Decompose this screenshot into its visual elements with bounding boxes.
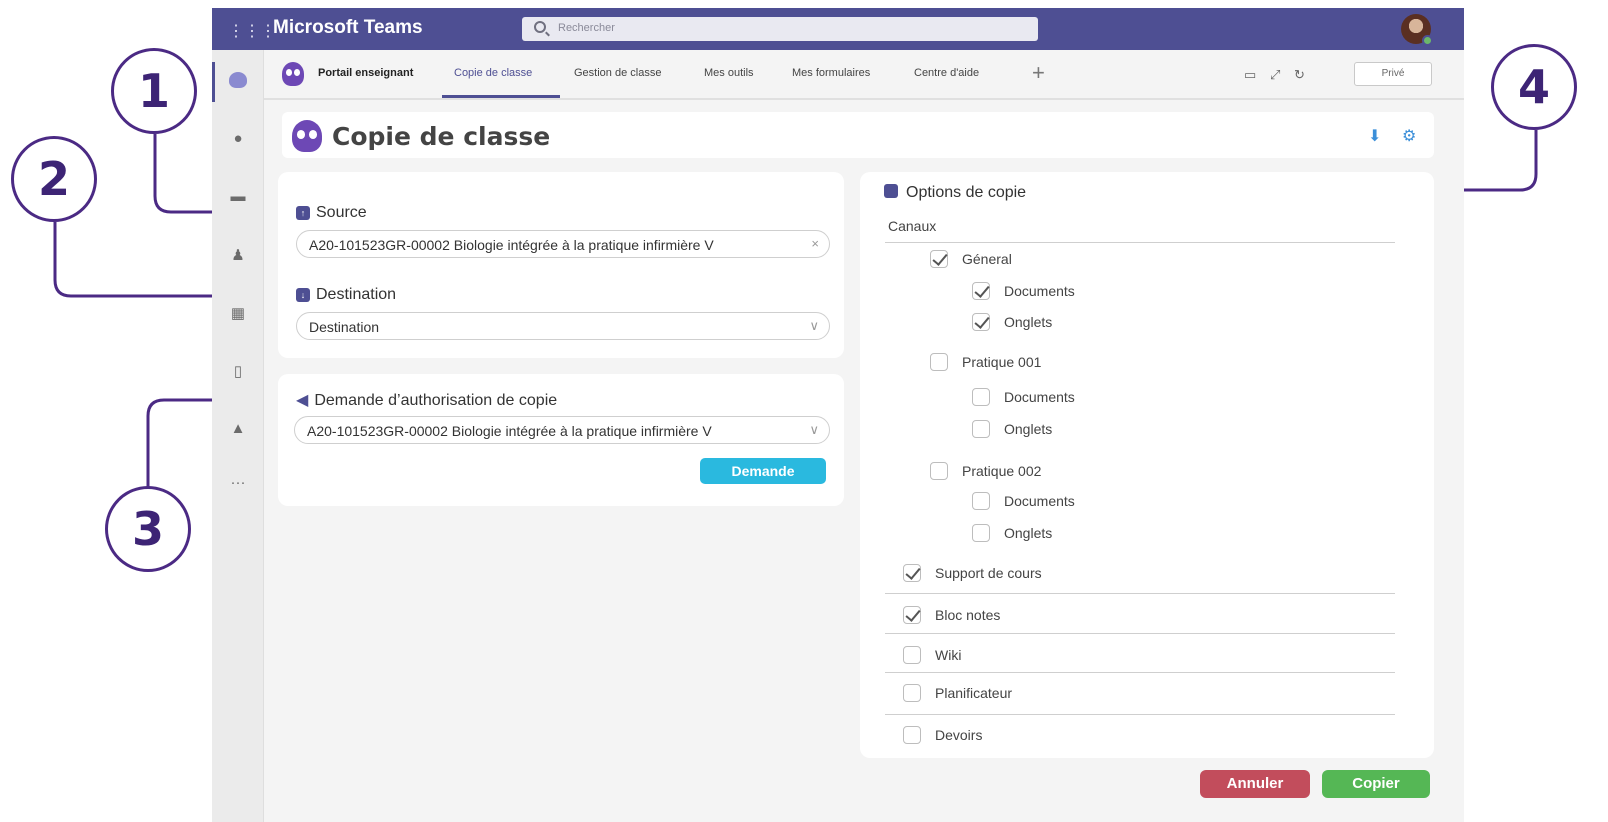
- avatar[interactable]: [1401, 14, 1433, 46]
- destination-label: ↓ Destination: [296, 286, 396, 304]
- request-select[interactable]: A20-101523GR-00002 Biologie intégrée à l…: [294, 416, 830, 444]
- checkbox[interactable]: [972, 524, 990, 542]
- calendar-icon[interactable]: ▦: [212, 304, 264, 322]
- copy-options-card: Options de copie Canaux Géneral Document…: [860, 172, 1434, 758]
- search-icon: [534, 21, 546, 33]
- title-bar: ⋮⋮⋮ Microsoft Teams Rechercher: [212, 8, 1464, 50]
- search-input[interactable]: Rechercher: [522, 17, 1038, 41]
- page-header: Copie de classe ⬇ ⚙: [282, 112, 1434, 158]
- checkbox[interactable]: [930, 250, 948, 268]
- request-card: ◀ Demande d’authorisation de copie A20-10…: [278, 374, 844, 506]
- active-tab-underline: [442, 95, 560, 98]
- checkbox[interactable]: [930, 462, 948, 480]
- tab-portail-enseignant[interactable]: Portail enseignant: [318, 67, 413, 79]
- checkbox[interactable]: [903, 726, 921, 744]
- file-icon[interactable]: ▯: [212, 362, 264, 380]
- source-value: A20-101523GR-00002 Biologie intégrée à l…: [309, 237, 714, 253]
- page-title: Copie de classe: [332, 122, 551, 151]
- checkbox[interactable]: [930, 353, 948, 371]
- callout-4: 4: [1491, 44, 1577, 130]
- expand-icon[interactable]: ⤢: [1270, 67, 1280, 83]
- upload-icon: ↑: [296, 206, 310, 220]
- tab-mes-formulaires[interactable]: Mes formulaires: [792, 67, 870, 79]
- divider: [885, 633, 1395, 634]
- clear-icon[interactable]: ×: [811, 236, 819, 251]
- request-value: A20-101523GR-00002 Biologie intégrée à l…: [307, 423, 712, 439]
- people-icon[interactable]: ♟: [212, 246, 264, 264]
- destination-select[interactable]: Destination ∨: [296, 312, 830, 340]
- channels-header: Canaux: [888, 218, 937, 234]
- bot-app-icon: [229, 72, 247, 88]
- checkbox[interactable]: [972, 282, 990, 300]
- tab-bar: Portail enseignant Copie de classe Gesti…: [264, 50, 1464, 100]
- chat-bubble-icon[interactable]: ▭: [1244, 67, 1256, 83]
- download-icon[interactable]: ⬇: [1368, 126, 1381, 146]
- checkbox[interactable]: [972, 420, 990, 438]
- checkbox[interactable]: [903, 564, 921, 582]
- private-button[interactable]: Privé: [1354, 62, 1432, 86]
- portal-bot-icon: [282, 62, 304, 86]
- add-tab-button[interactable]: +: [1032, 60, 1045, 86]
- refresh-icon[interactable]: ↻: [1294, 67, 1305, 83]
- teams-icon[interactable]: [212, 72, 264, 92]
- teams-window: ⋮⋮⋮ Microsoft Teams Rechercher ● ▬ ♟ ▦ ▯…: [212, 8, 1464, 822]
- request-label: ◀ Demande d’authorisation de copie: [296, 392, 558, 409]
- chevron-down-icon: ∨: [809, 422, 819, 437]
- tab-copie-de-classe[interactable]: Copie de classe: [454, 67, 532, 79]
- search-placeholder: Rechercher: [558, 22, 615, 34]
- store-icon[interactable]: ▲: [212, 420, 264, 437]
- source-select[interactable]: A20-101523GR-00002 Biologie intégrée à l…: [296, 230, 830, 258]
- apps-grid-icon[interactable]: ⋮⋮⋮: [228, 21, 276, 41]
- callout-2: 2: [11, 136, 97, 222]
- download-box-icon: ↓: [296, 288, 310, 302]
- callout-3: 3: [105, 486, 191, 572]
- tab-centre-d-aide[interactable]: Centre d'aide: [914, 67, 979, 79]
- more-icon[interactable]: ···: [212, 474, 264, 491]
- app-rail: ● ▬ ♟ ▦ ▯ ▲ ···: [212, 50, 264, 822]
- megaphone-icon: ◀: [296, 392, 309, 409]
- checkbox[interactable]: [972, 388, 990, 406]
- table-icon: [884, 184, 898, 198]
- divider: [885, 714, 1395, 715]
- options-title: Options de copie: [884, 184, 1026, 202]
- settings-icon[interactable]: ⚙: [1402, 126, 1416, 146]
- presence-indicator: [1422, 35, 1433, 46]
- request-button[interactable]: Demande: [700, 458, 826, 484]
- tab-gestion-de-classe[interactable]: Gestion de classe: [574, 67, 661, 79]
- divider: [885, 672, 1395, 673]
- chevron-down-icon: ∨: [809, 318, 819, 333]
- checkbox[interactable]: [972, 492, 990, 510]
- tab-mes-outils[interactable]: Mes outils: [704, 67, 754, 79]
- bell-icon[interactable]: ●: [212, 130, 264, 147]
- callout-1: 1: [111, 48, 197, 134]
- stage: 1 2 3 4 ⋮⋮⋮ Microsoft Teams Rechercher ●…: [0, 0, 1608, 822]
- checkbox[interactable]: [903, 646, 921, 664]
- source-label: ↑ Source: [296, 204, 367, 222]
- checkbox[interactable]: [903, 684, 921, 702]
- checkbox[interactable]: [972, 313, 990, 331]
- app-title: Microsoft Teams: [273, 17, 423, 38]
- source-destination-card: ↑ Source A20-101523GR-00002 Biologie inté…: [278, 172, 844, 358]
- checkbox[interactable]: [903, 606, 921, 624]
- copy-button[interactable]: Copier: [1322, 770, 1430, 798]
- divider: [885, 242, 1395, 243]
- divider: [885, 593, 1395, 594]
- chat-icon[interactable]: ▬: [212, 188, 264, 205]
- destination-value: Destination: [309, 319, 380, 335]
- cancel-button[interactable]: Annuler: [1200, 770, 1310, 798]
- page-bot-icon: [292, 120, 322, 152]
